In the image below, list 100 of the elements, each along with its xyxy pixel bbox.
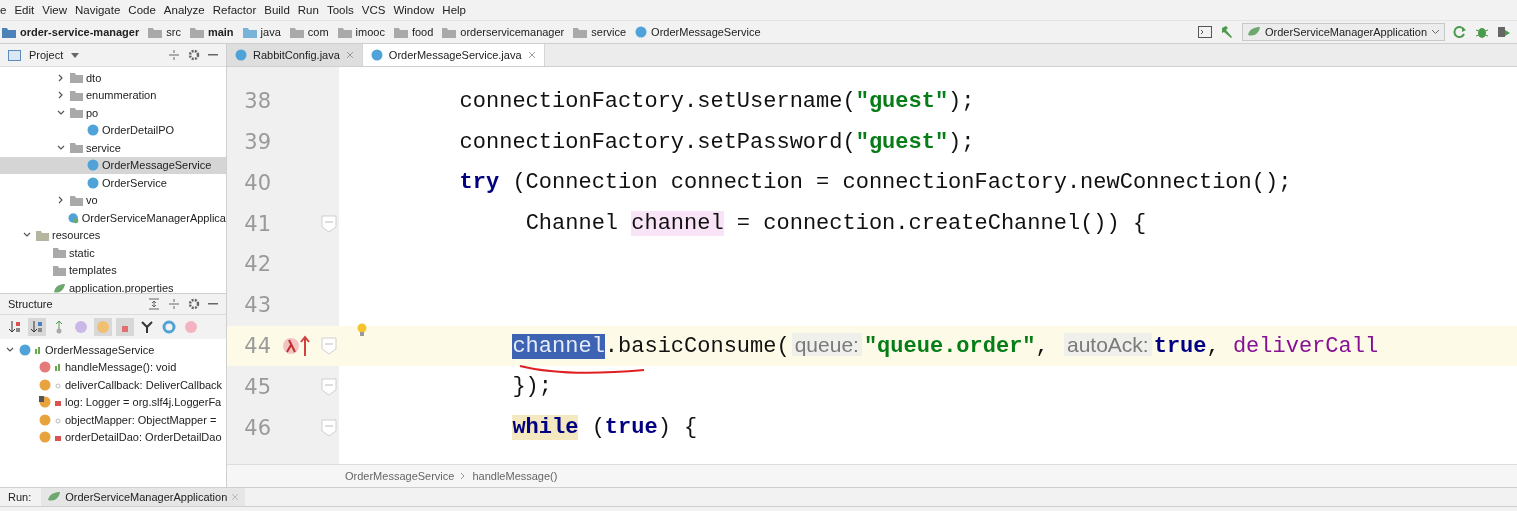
- tree-item[interactable]: orderDetailDao: OrderDetailDao: [0, 428, 226, 446]
- chevron-down-icon[interactable]: [57, 108, 65, 117]
- menu-item[interactable]: Window: [393, 4, 435, 16]
- folder-icon: [337, 26, 352, 38]
- toolbar-toggle[interactable]: [160, 318, 178, 336]
- fold-marker-icon[interactable]: [321, 214, 337, 233]
- fold-marker-icon[interactable]: [321, 418, 337, 437]
- code-line: });: [512, 374, 553, 400]
- breadcrumb[interactable]: food: [393, 26, 434, 38]
- toolbar-toggle[interactable]: [116, 318, 134, 336]
- class-icon: [235, 48, 247, 61]
- code-line: Channel channel = connection.createChannel()) {: [525, 211, 1147, 237]
- settings-icon[interactable]: [188, 298, 200, 310]
- menu-item[interactable]: Edit: [14, 4, 35, 16]
- rerun-icon[interactable]: [1453, 25, 1467, 39]
- menu-item[interactable]: Build: [264, 4, 290, 16]
- menu-item[interactable]: e: [0, 4, 7, 16]
- lambda-marker-icon[interactable]: [282, 334, 310, 359]
- tree-item[interactable]: dto: [0, 69, 226, 87]
- toolbar-toggle[interactable]: [72, 318, 90, 336]
- breadcrumb[interactable]: handleMessage(): [472, 470, 558, 483]
- line-number: 42: [243, 252, 271, 277]
- breadcrumb[interactable]: orderservicemanager: [442, 26, 565, 38]
- menu-item[interactable]: View: [42, 4, 67, 16]
- menu-item[interactable]: VCS: [361, 4, 386, 16]
- breadcrumb[interactable]: service: [573, 26, 627, 38]
- tree-item[interactable]: objectMapper: ObjectMapper =: [0, 411, 226, 429]
- breadcrumb[interactable]: order-service-manager: [2, 26, 140, 38]
- menu-item[interactable]: Help: [442, 4, 466, 16]
- tree-item[interactable]: OrderDetailPO: [0, 121, 226, 139]
- bug-icon[interactable]: [1475, 25, 1489, 39]
- tree-item[interactable]: OrderServiceManagerApplica: [0, 209, 226, 227]
- tree-item[interactable]: enummeration: [0, 86, 226, 104]
- tree-item[interactable]: OrderService: [0, 174, 226, 192]
- menu-item[interactable]: Refactor: [212, 4, 257, 16]
- toolbar-toggle[interactable]: [28, 318, 46, 336]
- sort-visibility-icon: [8, 320, 22, 334]
- tree-item[interactable]: OrderMessageService: [0, 341, 226, 359]
- breadcrumb[interactable]: OrderMessageService: [635, 26, 761, 38]
- settings-icon[interactable]: [188, 49, 200, 61]
- line-number: 45: [243, 374, 271, 399]
- tree-item[interactable]: handleMessage(): void: [0, 358, 226, 376]
- minimize-icon[interactable]: [208, 54, 218, 56]
- breadcrumb[interactable]: main: [189, 26, 234, 38]
- chevron-right-icon: [460, 472, 467, 481]
- chevron-right-icon[interactable]: [57, 91, 65, 100]
- fold-marker-icon[interactable]: [321, 377, 337, 396]
- editor-tab[interactable]: OrderMessageService.java: [362, 44, 545, 66]
- tree-item[interactable]: vo: [0, 191, 226, 209]
- lightbulb-icon[interactable]: [357, 323, 367, 338]
- folder-icon: [70, 107, 83, 119]
- class-icon: [68, 211, 79, 224]
- close-icon[interactable]: [527, 50, 536, 59]
- tree-item[interactable]: OrderMessageService: [0, 156, 226, 174]
- close-icon[interactable]: [345, 50, 354, 59]
- toolbar-toggle[interactable]: [182, 318, 200, 336]
- breadcrumb[interactable]: com: [289, 26, 329, 38]
- hammer-icon[interactable]: [1219, 25, 1234, 39]
- tree-item[interactable]: deliverCallback: DeliverCallback: [0, 376, 226, 394]
- breadcrumb[interactable]: java: [242, 26, 281, 38]
- leaf-icon: [53, 281, 66, 293]
- tree-item[interactable]: log: Logger = org.slf4j.LoggerFa: [0, 393, 226, 411]
- folder-icon: [242, 26, 257, 38]
- tree-item[interactable]: po: [0, 104, 226, 122]
- terminal-icon[interactable]: [1197, 26, 1212, 38]
- menu-item[interactable]: Code: [128, 4, 156, 16]
- breadcrumb[interactable]: src: [148, 26, 181, 38]
- menu-item[interactable]: Analyze: [163, 4, 205, 16]
- panel-title[interactable]: Project: [29, 49, 64, 61]
- visibility-icon: [54, 362, 62, 373]
- chevron-right-icon[interactable]: [57, 73, 65, 82]
- lambda-class-icon: [162, 320, 176, 334]
- collapse-all-icon[interactable]: [168, 298, 180, 310]
- toolbar-toggle[interactable]: [138, 318, 156, 336]
- editor-tab[interactable]: RabbitConfig.java: [227, 44, 363, 66]
- collapse-icon[interactable]: [168, 49, 180, 61]
- menu-item[interactable]: Navigate: [74, 4, 121, 16]
- fold-marker-icon[interactable]: [321, 337, 337, 356]
- code-line: connectionFactory.setUsername("guest");: [459, 88, 975, 114]
- menu-item[interactable]: Run: [297, 4, 319, 16]
- minimize-icon[interactable]: [208, 303, 218, 305]
- menu-item[interactable]: Tools: [326, 4, 354, 16]
- caret-icon[interactable]: [71, 52, 80, 58]
- tree-item[interactable]: service: [0, 139, 226, 157]
- run-configuration-dropdown[interactable]: OrderServiceManagerApplication: [1241, 23, 1445, 41]
- tree-item[interactable]: resources: [0, 226, 226, 244]
- breadcrumb[interactable]: imooc: [337, 26, 385, 38]
- tree-item[interactable]: static: [0, 244, 226, 262]
- toolbar-toggle[interactable]: [94, 318, 112, 336]
- chevron-down-icon[interactable]: [6, 345, 14, 354]
- tree-item[interactable]: templates: [0, 261, 226, 279]
- expand-all-icon[interactable]: [148, 298, 160, 310]
- chevron-down-icon[interactable]: [57, 143, 65, 152]
- run-tab[interactable]: OrderServiceManagerApplication: [41, 488, 246, 506]
- line-number: 44: [243, 334, 271, 359]
- chevron-right-icon[interactable]: [57, 196, 65, 205]
- folder-icon: [53, 247, 66, 259]
- profiler-icon[interactable]: [1497, 25, 1511, 39]
- breadcrumb[interactable]: OrderMessageService: [345, 470, 455, 483]
- folder-icon: [53, 264, 66, 276]
